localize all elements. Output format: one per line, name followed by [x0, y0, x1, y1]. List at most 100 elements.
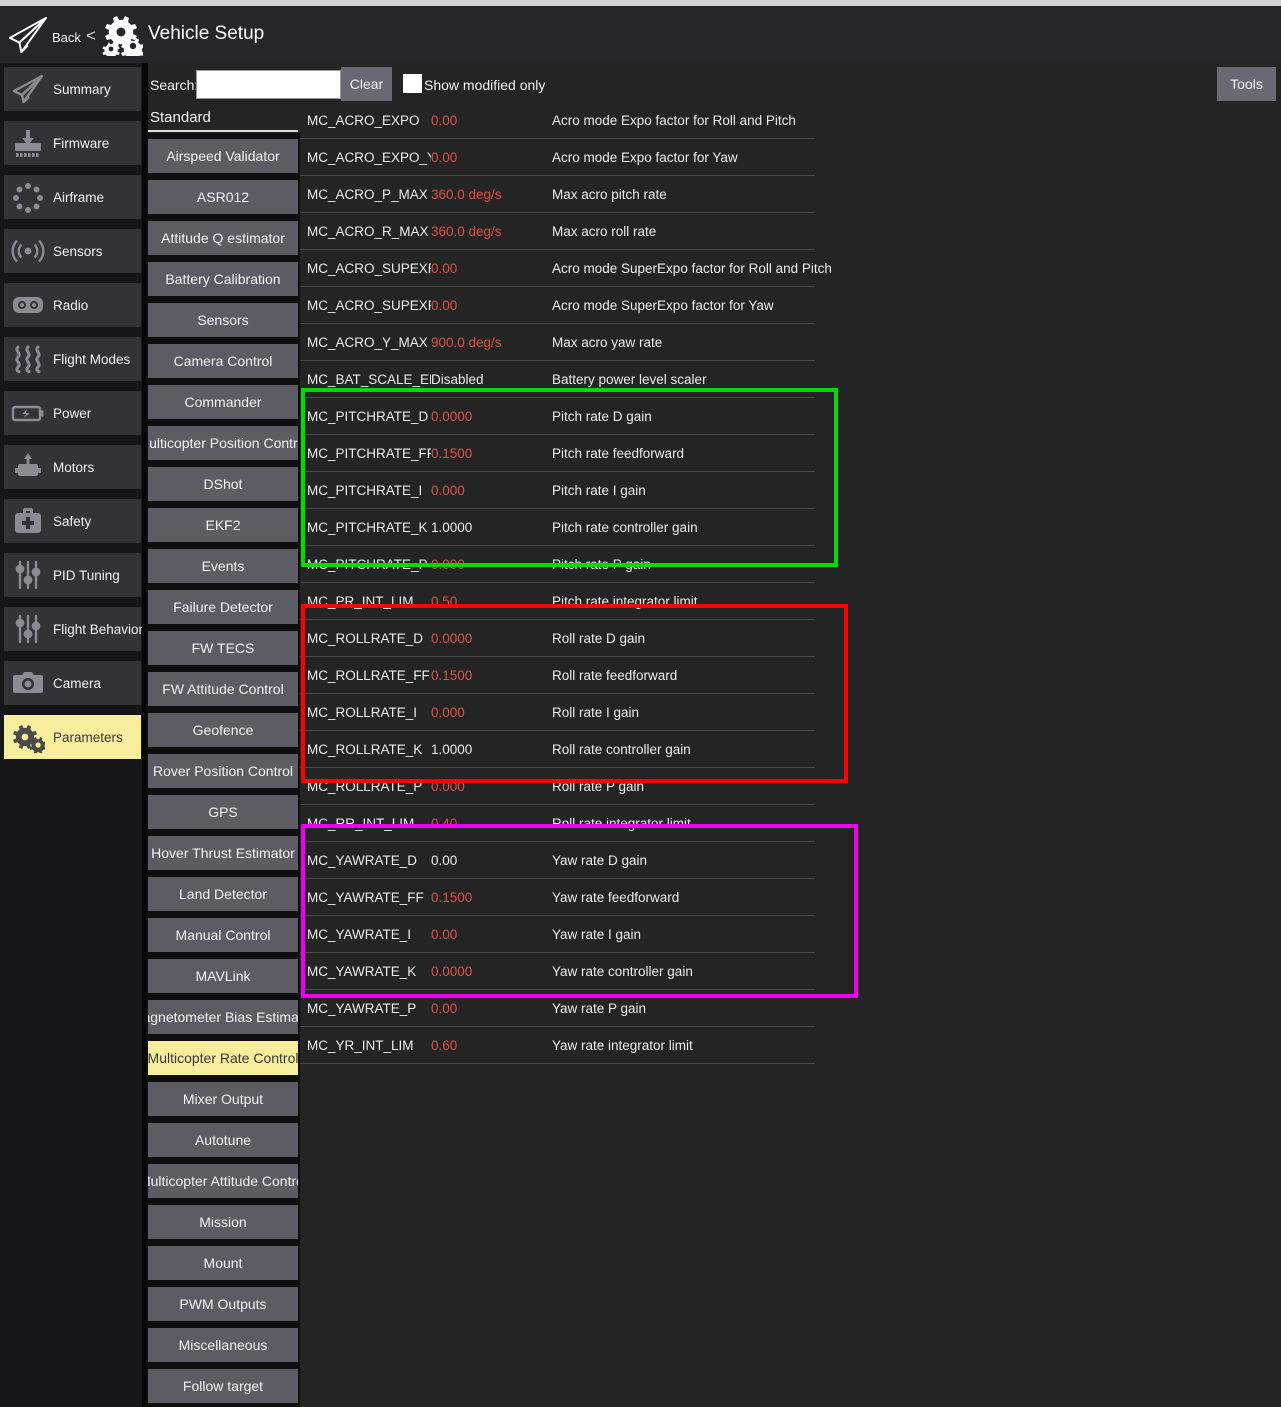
- back-button[interactable]: Back: [52, 30, 81, 45]
- group-button-airspeed-validator[interactable]: Airspeed Validator: [148, 139, 298, 173]
- sidebar-item-pid-tuning[interactable]: PID Tuning: [4, 553, 141, 597]
- group-button-geofence[interactable]: Geofence: [148, 713, 298, 747]
- page-title: Vehicle Setup: [148, 23, 264, 45]
- param-row-mc_rollrate_ff[interactable]: MC_ROLLRATE_FF0.1500Roll rate feedforwar…: [300, 657, 815, 694]
- param-row-mc_rollrate_d[interactable]: MC_ROLLRATE_D0.0000Roll rate D gain: [300, 620, 815, 657]
- param-name: MC_RR_INT_LIM: [300, 816, 431, 831]
- param-row-mc_rollrate_k[interactable]: MC_ROLLRATE_K1.0000Roll rate controller …: [300, 731, 815, 768]
- param-description: Acro mode SuperExpo factor for Roll and …: [552, 261, 832, 276]
- param-row-mc_pitchrate_p[interactable]: MC_PITCHRATE_P0.000Pitch rate P gain: [300, 546, 815, 583]
- sidebar-item-airframe[interactable]: Airframe: [4, 175, 141, 219]
- group-button-magnetometer-bias-estimator[interactable]: Magnetometer Bias Estimator: [148, 1000, 298, 1034]
- group-button-rover-position-control[interactable]: Rover Position Control: [148, 754, 298, 788]
- param-description: Acro mode Expo factor for Roll and Pitch: [552, 113, 796, 128]
- param-row-mc_acro_r_max[interactable]: MC_ACRO_R_MAX360.0 deg/sMax acro roll ra…: [300, 213, 815, 250]
- clear-button[interactable]: Clear: [341, 67, 392, 101]
- param-row-mc_yawrate_k[interactable]: MC_YAWRATE_K0.0000Yaw rate controller ga…: [300, 953, 815, 990]
- param-row-mc_rr_int_lim[interactable]: MC_RR_INT_LIM0.40Roll rate integrator li…: [300, 805, 815, 842]
- param-row-mc_rollrate_p[interactable]: MC_ROLLRATE_P0.000Roll rate P gain: [300, 768, 815, 805]
- group-button-mixer-output[interactable]: Mixer Output: [148, 1082, 298, 1116]
- group-button-mavlink[interactable]: MAVLink: [148, 959, 298, 993]
- group-button-asr012[interactable]: ASR012: [148, 180, 298, 214]
- param-description: Roll rate D gain: [552, 631, 645, 646]
- group-button-manual-control[interactable]: Manual Control: [148, 918, 298, 952]
- group-button-dshot[interactable]: DShot: [148, 467, 298, 501]
- group-button-hover-thrust-estimator[interactable]: Hover Thrust Estimator: [148, 836, 298, 870]
- param-row-mc_acro_p_max[interactable]: MC_ACRO_P_MAX360.0 deg/sMax acro pitch r…: [300, 176, 815, 213]
- sliders-icon: [11, 613, 45, 645]
- group-button-battery-calibration[interactable]: Battery Calibration: [148, 262, 298, 296]
- group-button-fw-attitude-control[interactable]: FW Attitude Control: [148, 672, 298, 706]
- param-row-mc_yawrate_d[interactable]: MC_YAWRATE_D0.00Yaw rate D gain: [300, 842, 815, 879]
- group-button-mount[interactable]: Mount: [148, 1246, 298, 1280]
- param-value: 360.0 deg/s: [431, 224, 552, 239]
- param-name: MC_YAWRATE_D: [300, 853, 431, 868]
- sidebar-item-power[interactable]: Power: [4, 391, 141, 435]
- qgc-paper-plane-icon[interactable]: [7, 14, 49, 56]
- group-button-fw-tecs[interactable]: FW TECS: [148, 631, 298, 665]
- vehicle-setup-gears-icon: [99, 14, 143, 56]
- group-button-mission[interactable]: Mission: [148, 1205, 298, 1239]
- battery-icon: [11, 397, 45, 429]
- param-name: MC_ACRO_SUPEXPOY: [300, 298, 431, 313]
- param-name: MC_ROLLRATE_P: [300, 779, 431, 794]
- param-row-mc_acro_expo[interactable]: MC_ACRO_EXPO0.00Acro mode Expo factor fo…: [300, 102, 815, 139]
- group-button-failure-detector[interactable]: Failure Detector: [148, 590, 298, 624]
- group-button-commander[interactable]: Commander: [148, 385, 298, 419]
- sidebar-item-safety[interactable]: Safety: [4, 499, 141, 543]
- group-button-events[interactable]: Events: [148, 549, 298, 583]
- group-button-sensors[interactable]: Sensors: [148, 303, 298, 337]
- param-row-mc_acro_y_max[interactable]: MC_ACRO_Y_MAX900.0 deg/sMax acro yaw rat…: [300, 324, 815, 361]
- param-row-mc_yawrate_i[interactable]: MC_YAWRATE_I0.00Yaw rate I gain: [300, 916, 815, 953]
- group-button-attitude-q-estimator[interactable]: Attitude Q estimator: [148, 221, 298, 255]
- sidebar-item-parameters[interactable]: Parameters: [4, 715, 141, 759]
- sidebar-item-firmware[interactable]: Firmware: [4, 121, 141, 165]
- param-row-mc_yawrate_ff[interactable]: MC_YAWRATE_FF0.1500Yaw rate feedforward: [300, 879, 815, 916]
- sidebar-item-flight-modes[interactable]: Flight Modes: [4, 337, 141, 381]
- show-modified-label[interactable]: Show modified only: [424, 77, 545, 93]
- param-row-mc_acro_supexpo[interactable]: MC_ACRO_SUPEXPO0.00Acro mode SuperExpo f…: [300, 250, 815, 287]
- param-row-mc_pr_int_lim[interactable]: MC_PR_INT_LIM0.50Pitch rate integrator l…: [300, 583, 815, 620]
- tools-button[interactable]: Tools: [1217, 67, 1276, 101]
- param-name: MC_PITCHRATE_K: [300, 520, 431, 535]
- sidebar-item-motors[interactable]: Motors: [4, 445, 141, 489]
- param-row-mc_pitchrate_d[interactable]: MC_PITCHRATE_D0.0000Pitch rate D gain: [300, 398, 815, 435]
- group-button-miscellaneous[interactable]: Miscellaneous: [148, 1328, 298, 1362]
- param-value: 0.0000: [431, 964, 552, 979]
- sidebar-item-radio[interactable]: Radio: [4, 283, 141, 327]
- group-button-gps[interactable]: GPS: [148, 795, 298, 829]
- param-row-mc_pitchrate_ff[interactable]: MC_PITCHRATE_FF0.1500Pitch rate feedforw…: [300, 435, 815, 472]
- search-input[interactable]: [196, 70, 341, 99]
- group-button-multicopter-position-control[interactable]: Multicopter Position Control: [148, 426, 298, 460]
- group-button-camera-control[interactable]: Camera Control: [148, 344, 298, 378]
- sidebar-item-flight-behavior[interactable]: Flight Behavior: [4, 607, 141, 651]
- group-button-autotune[interactable]: Autotune: [148, 1123, 298, 1157]
- param-row-mc_yawrate_p[interactable]: MC_YAWRATE_P0.00Yaw rate P gain: [300, 990, 815, 1027]
- param-value: 0.00: [431, 261, 552, 276]
- sidebar-item-summary[interactable]: Summary: [4, 67, 141, 111]
- param-row-mc_yr_int_lim[interactable]: MC_YR_INT_LIM0.60Yaw rate integrator lim…: [300, 1027, 815, 1064]
- param-row-mc_acro_supexpoy[interactable]: MC_ACRO_SUPEXPOY0.00Acro mode SuperExpo …: [300, 287, 815, 324]
- param-name: MC_ROLLRATE_D: [300, 631, 431, 646]
- param-description: Roll rate integrator limit: [552, 816, 691, 831]
- param-description: Yaw rate integrator limit: [552, 1038, 693, 1053]
- sidebar-item-sensors[interactable]: Sensors: [4, 229, 141, 273]
- param-row-mc_rollrate_i[interactable]: MC_ROLLRATE_I0.000Roll rate I gain: [300, 694, 815, 731]
- group-button-multicopter-attitude-control[interactable]: Multicopter Attitude Control: [148, 1164, 298, 1198]
- param-row-mc_acro_expo_y[interactable]: MC_ACRO_EXPO_Y0.00Acro mode Expo factor …: [300, 139, 815, 176]
- param-row-mc_pitchrate_k[interactable]: MC_PITCHRATE_K1.0000Pitch rate controlle…: [300, 509, 815, 546]
- group-button-land-detector[interactable]: Land Detector: [148, 877, 298, 911]
- group-button-ekf2[interactable]: EKF2: [148, 508, 298, 542]
- param-row-mc_pitchrate_i[interactable]: MC_PITCHRATE_I0.000Pitch rate I gain: [300, 472, 815, 509]
- sidebar-item-camera[interactable]: Camera: [4, 661, 141, 705]
- group-button-multicopter-rate-control[interactable]: Multicopter Rate Control: [148, 1041, 298, 1075]
- param-row-mc_bat_scale_en[interactable]: MC_BAT_SCALE_ENDisabledBattery power lev…: [300, 361, 815, 398]
- group-button-follow-target[interactable]: Follow target: [148, 1369, 298, 1403]
- group-button-pwm-outputs[interactable]: PWM Outputs: [148, 1287, 298, 1321]
- sidebar-item-label: Power: [53, 406, 91, 421]
- param-description: Yaw rate feedforward: [552, 890, 679, 905]
- param-name: MC_YAWRATE_FF: [300, 890, 431, 905]
- show-modified-checkbox[interactable]: [403, 74, 422, 93]
- param-value: 1.0000: [431, 520, 552, 535]
- param-name: MC_ACRO_SUPEXPO: [300, 261, 431, 276]
